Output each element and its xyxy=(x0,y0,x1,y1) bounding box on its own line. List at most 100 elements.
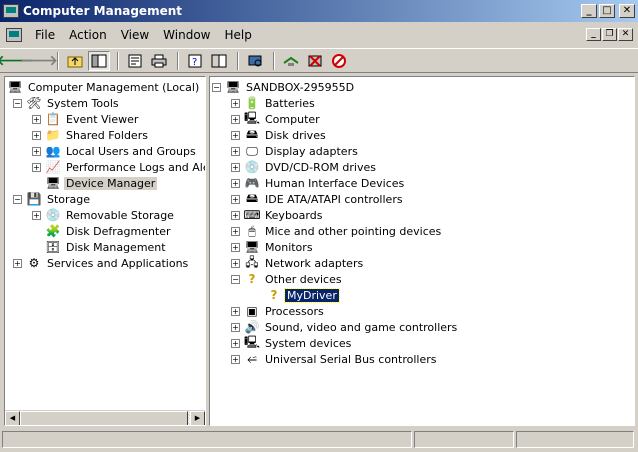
device-category[interactable]: + 🖳 System devices xyxy=(210,335,634,351)
mouse-icon: 🖱 xyxy=(248,223,256,238)
menu-view[interactable]: View xyxy=(114,28,156,42)
usb-icon: ⭁ xyxy=(247,351,257,366)
toolbar: 🡐 🡒 ? xyxy=(0,48,638,73)
scroll-thumb[interactable] xyxy=(20,411,188,425)
tree-label: Monitors xyxy=(265,240,313,254)
device-category[interactable]: + 🖥 Monitors xyxy=(210,239,634,255)
computer-management-icon[interactable] xyxy=(3,4,19,18)
tree-label: Local Users and Groups xyxy=(66,144,196,158)
tree-node-perf-logs[interactable]: + 📈 Performance Logs and Alerts xyxy=(5,159,205,175)
child-restore-button[interactable]: ❐ xyxy=(602,28,617,41)
collapse-toggle[interactable]: − xyxy=(13,98,22,108)
expand-toggle[interactable]: + xyxy=(231,162,240,172)
tree-label: Batteries xyxy=(265,96,315,110)
device-category[interactable]: + ⌨ Keyboards xyxy=(210,207,634,223)
expand-toggle[interactable]: + xyxy=(32,114,41,124)
console-icon[interactable] xyxy=(208,51,230,71)
collapse-toggle[interactable]: − xyxy=(13,194,22,204)
expand-toggle[interactable]: + xyxy=(231,178,240,188)
expand-toggle[interactable]: + xyxy=(32,162,41,172)
tree-node-disk-management[interactable]: 🗄 Disk Management xyxy=(5,239,205,255)
device-node-mydriver[interactable]: ? MyDriver xyxy=(210,287,634,303)
show-hide-tree-icon[interactable] xyxy=(88,50,110,71)
tree-node-services-apps[interactable]: + ⚙ Services and Applications xyxy=(5,255,205,271)
menu-action[interactable]: Action xyxy=(62,28,114,42)
device-category[interactable]: + 💿 DVD/CD-ROM drives xyxy=(210,159,634,175)
device-category[interactable]: + 🔋 Batteries xyxy=(210,95,634,111)
expand-toggle[interactable]: + xyxy=(231,322,240,332)
minimize-button[interactable]: _ xyxy=(581,4,597,18)
scan-hardware-icon[interactable] xyxy=(244,51,266,71)
scroll-track[interactable] xyxy=(20,411,190,425)
tree-label: Removable Storage xyxy=(66,208,174,222)
tree-node-disk-defragmenter[interactable]: 🧩 Disk Defragmenter xyxy=(5,223,205,239)
tree-node-shared-folders[interactable]: + 📁 Shared Folders xyxy=(5,127,205,143)
expand-toggle[interactable]: + xyxy=(231,354,240,364)
close-button[interactable]: ✕ xyxy=(619,4,635,18)
child-minimize-button[interactable]: _ xyxy=(586,28,601,41)
child-close-button[interactable]: ✕ xyxy=(618,28,633,41)
expand-toggle[interactable]: + xyxy=(231,258,240,268)
expand-toggle[interactable]: + xyxy=(231,130,240,140)
tree-node-system-tools[interactable]: − 🛠 System Tools xyxy=(5,95,205,111)
expand-toggle[interactable]: + xyxy=(13,258,22,268)
maximize-button[interactable]: □ xyxy=(599,4,615,18)
device-category[interactable]: + 🖴 Disk drives xyxy=(210,127,634,143)
menu-window[interactable]: Window xyxy=(156,28,217,42)
up-folder-icon[interactable] xyxy=(64,51,86,71)
device-tree-pane[interactable]: − 🖥 SANDBOX-295955D + 🔋 Batteries + 🖳 Co… xyxy=(209,76,635,426)
tree-node-local-users[interactable]: + 👥 Local Users and Groups xyxy=(5,143,205,159)
window-title: Computer Management xyxy=(23,4,182,18)
help-icon[interactable]: ? xyxy=(184,51,206,71)
expand-toggle[interactable]: + xyxy=(32,146,41,156)
tree-node-event-viewer[interactable]: + 📋 Event Viewer xyxy=(5,111,205,127)
menu-file[interactable]: File xyxy=(28,28,62,42)
tree-node-storage[interactable]: − 💾 Storage xyxy=(5,191,205,207)
collapse-toggle[interactable]: − xyxy=(231,274,240,284)
expand-toggle[interactable]: + xyxy=(231,114,240,124)
device-category[interactable]: + 🖵 Display adapters xyxy=(210,143,634,159)
tree-label: Computer Management (Local) xyxy=(28,80,200,94)
computer-icon: 🖥 xyxy=(7,80,23,94)
tree-node-device-manager[interactable]: 🖥 Device Manager xyxy=(5,175,205,191)
properties-icon[interactable] xyxy=(124,51,146,71)
menu-help[interactable]: Help xyxy=(218,28,259,42)
expand-toggle[interactable]: + xyxy=(231,146,240,156)
update-driver-icon[interactable] xyxy=(280,51,302,71)
device-category[interactable]: + ⭁ Universal Serial Bus controllers xyxy=(210,351,634,367)
scroll-left-button[interactable]: ◀ xyxy=(5,411,20,425)
expand-toggle[interactable]: + xyxy=(231,210,240,220)
expand-toggle[interactable]: + xyxy=(231,98,240,108)
expand-toggle[interactable]: + xyxy=(32,210,41,220)
document-window-icon[interactable] xyxy=(6,28,22,42)
expand-toggle[interactable]: + xyxy=(231,242,240,252)
status-bar xyxy=(0,429,638,450)
device-category[interactable]: + 🖳 Computer xyxy=(210,111,634,127)
device-tree-root[interactable]: − 🖥 SANDBOX-295955D xyxy=(210,79,634,95)
device-category[interactable]: + 🎮 Human Interface Devices xyxy=(210,175,634,191)
expand-toggle[interactable]: + xyxy=(231,338,240,348)
forward-icon[interactable]: 🡒 xyxy=(20,51,58,71)
display-adapter-icon: 🖵 xyxy=(246,143,258,158)
tree-label: System Tools xyxy=(47,96,119,110)
horizontal-scrollbar[interactable]: ◀ ▶ xyxy=(5,410,205,425)
device-category[interactable]: − ? Other devices xyxy=(210,271,634,287)
collapse-toggle[interactable]: − xyxy=(212,82,221,92)
device-category[interactable]: + 🔊 Sound, video and game controllers xyxy=(210,319,634,335)
console-tree-pane[interactable]: 🖥 Computer Management (Local) − 🛠 System… xyxy=(4,76,206,426)
device-category[interactable]: + 🖱 Mice and other pointing devices xyxy=(210,223,634,239)
tree-node-root[interactable]: 🖥 Computer Management (Local) xyxy=(5,79,205,95)
expand-toggle[interactable]: + xyxy=(32,130,41,140)
print-icon[interactable] xyxy=(148,51,170,71)
disable-icon[interactable] xyxy=(328,51,350,71)
uninstall-icon[interactable] xyxy=(304,51,326,71)
expand-toggle[interactable]: + xyxy=(231,194,240,204)
users-icon: 👥 xyxy=(45,144,61,158)
tree-node-removable-storage[interactable]: + 💿 Removable Storage xyxy=(5,207,205,223)
expand-toggle[interactable]: + xyxy=(231,226,240,236)
device-category[interactable]: + 🖴 IDE ATA/ATAPI controllers xyxy=(210,191,634,207)
device-category[interactable]: + ▣ Processors xyxy=(210,303,634,319)
expand-toggle[interactable]: + xyxy=(231,306,240,316)
scroll-right-button[interactable]: ▶ xyxy=(190,411,205,425)
device-category[interactable]: + 🖧 Network adapters xyxy=(210,255,634,271)
